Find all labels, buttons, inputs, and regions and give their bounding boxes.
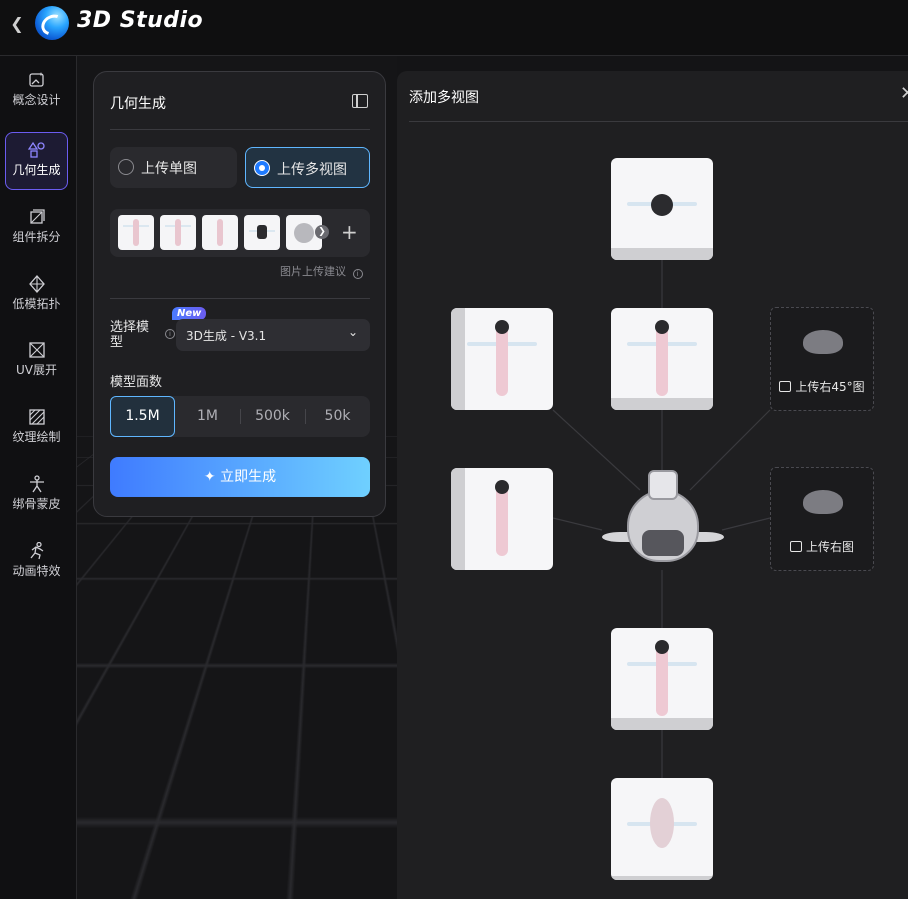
view-connector-lines xyxy=(552,260,771,778)
slot-preview xyxy=(803,490,843,514)
slot-preview xyxy=(803,330,843,354)
view-card-left[interactable] xyxy=(451,468,553,570)
upload-slot-right-45[interactable]: 上传右45°图 xyxy=(770,307,874,411)
slot-label: 上传右图 xyxy=(771,538,873,555)
view-card-top[interactable] xyxy=(611,158,713,260)
upload-slot-right[interactable]: 上传右图 xyxy=(770,467,874,571)
view-card-front[interactable] xyxy=(611,308,713,410)
slot-label: 上传右45°图 xyxy=(771,378,873,395)
view-card-bottom[interactable] xyxy=(611,778,713,880)
view-card-back[interactable] xyxy=(611,628,713,730)
image-add-icon xyxy=(789,541,802,552)
view-card-left-45[interactable] xyxy=(451,308,553,410)
model-preview xyxy=(602,470,724,570)
image-add-icon xyxy=(779,381,792,392)
